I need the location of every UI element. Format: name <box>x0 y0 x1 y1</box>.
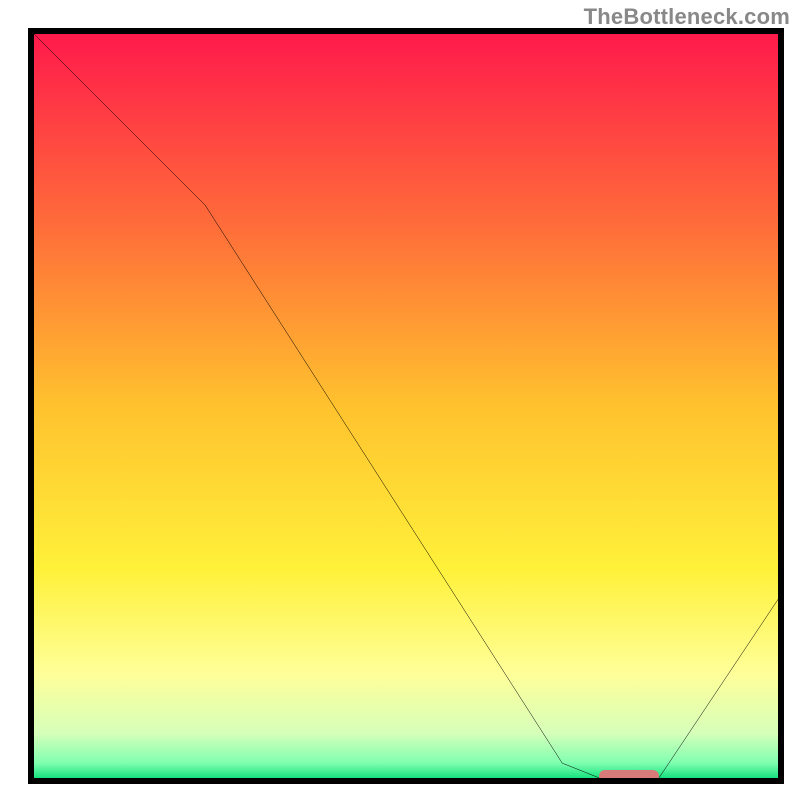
plot-area <box>34 34 778 778</box>
optimum-range-marker <box>599 770 659 778</box>
plot-frame <box>28 28 784 784</box>
bottleneck-curve <box>34 34 778 778</box>
watermark-text: TheBottleneck.com <box>584 4 790 30</box>
chart-stage: TheBottleneck.com <box>0 0 800 800</box>
